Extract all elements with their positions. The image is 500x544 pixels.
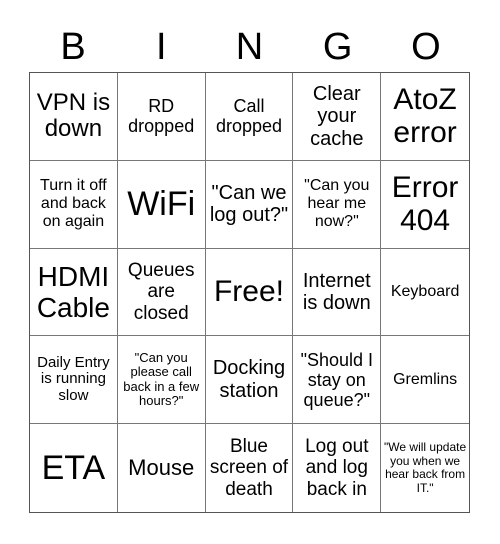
bingo-cell[interactable]: "Can we log out?" xyxy=(205,160,294,249)
bingo-cell[interactable]: Clear your cache xyxy=(293,73,382,161)
bingo-cell[interactable]: "Can you hear me now?" xyxy=(293,160,382,249)
header-letter-n: N xyxy=(235,26,264,68)
bingo-cell[interactable]: Log out and log back in xyxy=(293,424,382,512)
bingo-cell[interactable]: Turn it off and back on again xyxy=(30,160,118,249)
bingo-cell[interactable]: Queues are closed xyxy=(117,248,206,337)
bingo-cell[interactable]: Blue screen of death xyxy=(206,424,294,512)
bingo-cell[interactable]: HDMI Cable xyxy=(30,248,118,337)
bingo-cell[interactable]: Call dropped xyxy=(205,73,294,161)
bingo-cell[interactable]: RD dropped xyxy=(117,73,206,161)
bingo-cell[interactable]: "Should I stay on queue?" xyxy=(293,336,382,425)
bingo-cell[interactable]: "Can you please call back in a few hours… xyxy=(117,336,206,425)
bingo-grid: VPN is down RD dropped Call dropped Clea… xyxy=(29,72,470,513)
header-letter-o: O xyxy=(411,26,441,68)
bingo-cell[interactable]: AtoZ error xyxy=(381,73,469,161)
free-space-cell[interactable]: Free! xyxy=(205,248,294,337)
bingo-cell[interactable]: Mouse xyxy=(118,424,206,512)
bingo-cell[interactable]: Daily Entry is running slow xyxy=(30,336,118,425)
header-letter-g: G xyxy=(322,26,353,68)
bingo-cell[interactable]: Docking station xyxy=(205,336,294,425)
bingo-cell[interactable]: Keyboard xyxy=(381,249,469,337)
bingo-header: B I N G O xyxy=(29,22,470,72)
bingo-cell[interactable]: WiFi xyxy=(117,160,206,249)
bingo-cell[interactable]: ETA xyxy=(30,424,118,512)
header-letter-i: I xyxy=(156,26,167,68)
bingo-cell[interactable]: Error 404 xyxy=(381,161,469,249)
bingo-cell[interactable]: Internet is down xyxy=(293,248,382,337)
bingo-cell[interactable]: VPN is down xyxy=(30,73,118,161)
bingo-cell[interactable]: "We will update you when we hear back fr… xyxy=(381,424,469,512)
header-letter-b: B xyxy=(60,26,86,68)
bingo-cell[interactable]: Gremlins xyxy=(381,336,469,425)
